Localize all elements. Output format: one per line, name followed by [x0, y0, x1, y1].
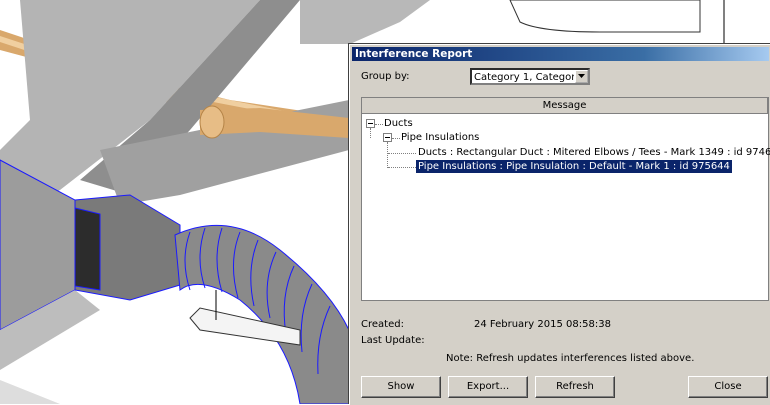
- created-label: Created:: [361, 319, 404, 330]
- tree-item[interactable]: Ducts : Rectangular Duct : Mitered Elbow…: [418, 146, 770, 159]
- created-value: 24 February 2015 08:58:38: [474, 319, 611, 330]
- group-by-value: Category 1, Category 2: [474, 72, 574, 83]
- close-button[interactable]: Close: [688, 376, 768, 398]
- refresh-button[interactable]: Refresh: [535, 376, 615, 398]
- dialog-title[interactable]: Interference Report: [352, 47, 769, 61]
- last-update-label: Last Update:: [361, 335, 425, 346]
- pipe-hanger-top: [509, 0, 701, 33]
- collapse-icon[interactable]: [366, 119, 375, 128]
- tree-node-pipe-insulations[interactable]: Pipe Insulations: [401, 131, 479, 144]
- group-by-select[interactable]: Category 1, Category 2: [470, 68, 590, 85]
- tree-item-selected[interactable]: Pipe Insulations : Pipe Insulation : Def…: [416, 160, 732, 173]
- refresh-note: Note: Refresh updates interferences list…: [446, 353, 695, 364]
- export-button[interactable]: Export...: [448, 376, 528, 398]
- tree-node-ducts[interactable]: Ducts: [384, 117, 413, 130]
- message-column-header[interactable]: Message: [362, 98, 768, 114]
- collapse-icon[interactable]: [383, 133, 392, 142]
- show-button[interactable]: Show: [361, 376, 441, 398]
- interference-tree[interactable]: Message Ducts Pipe Insulations Ducts : R…: [361, 97, 770, 301]
- chevron-down-icon[interactable]: [575, 70, 588, 83]
- interference-report-dialog: Interference Report Group by: Category 1…: [349, 44, 770, 405]
- group-by-label: Group by:: [361, 71, 410, 82]
